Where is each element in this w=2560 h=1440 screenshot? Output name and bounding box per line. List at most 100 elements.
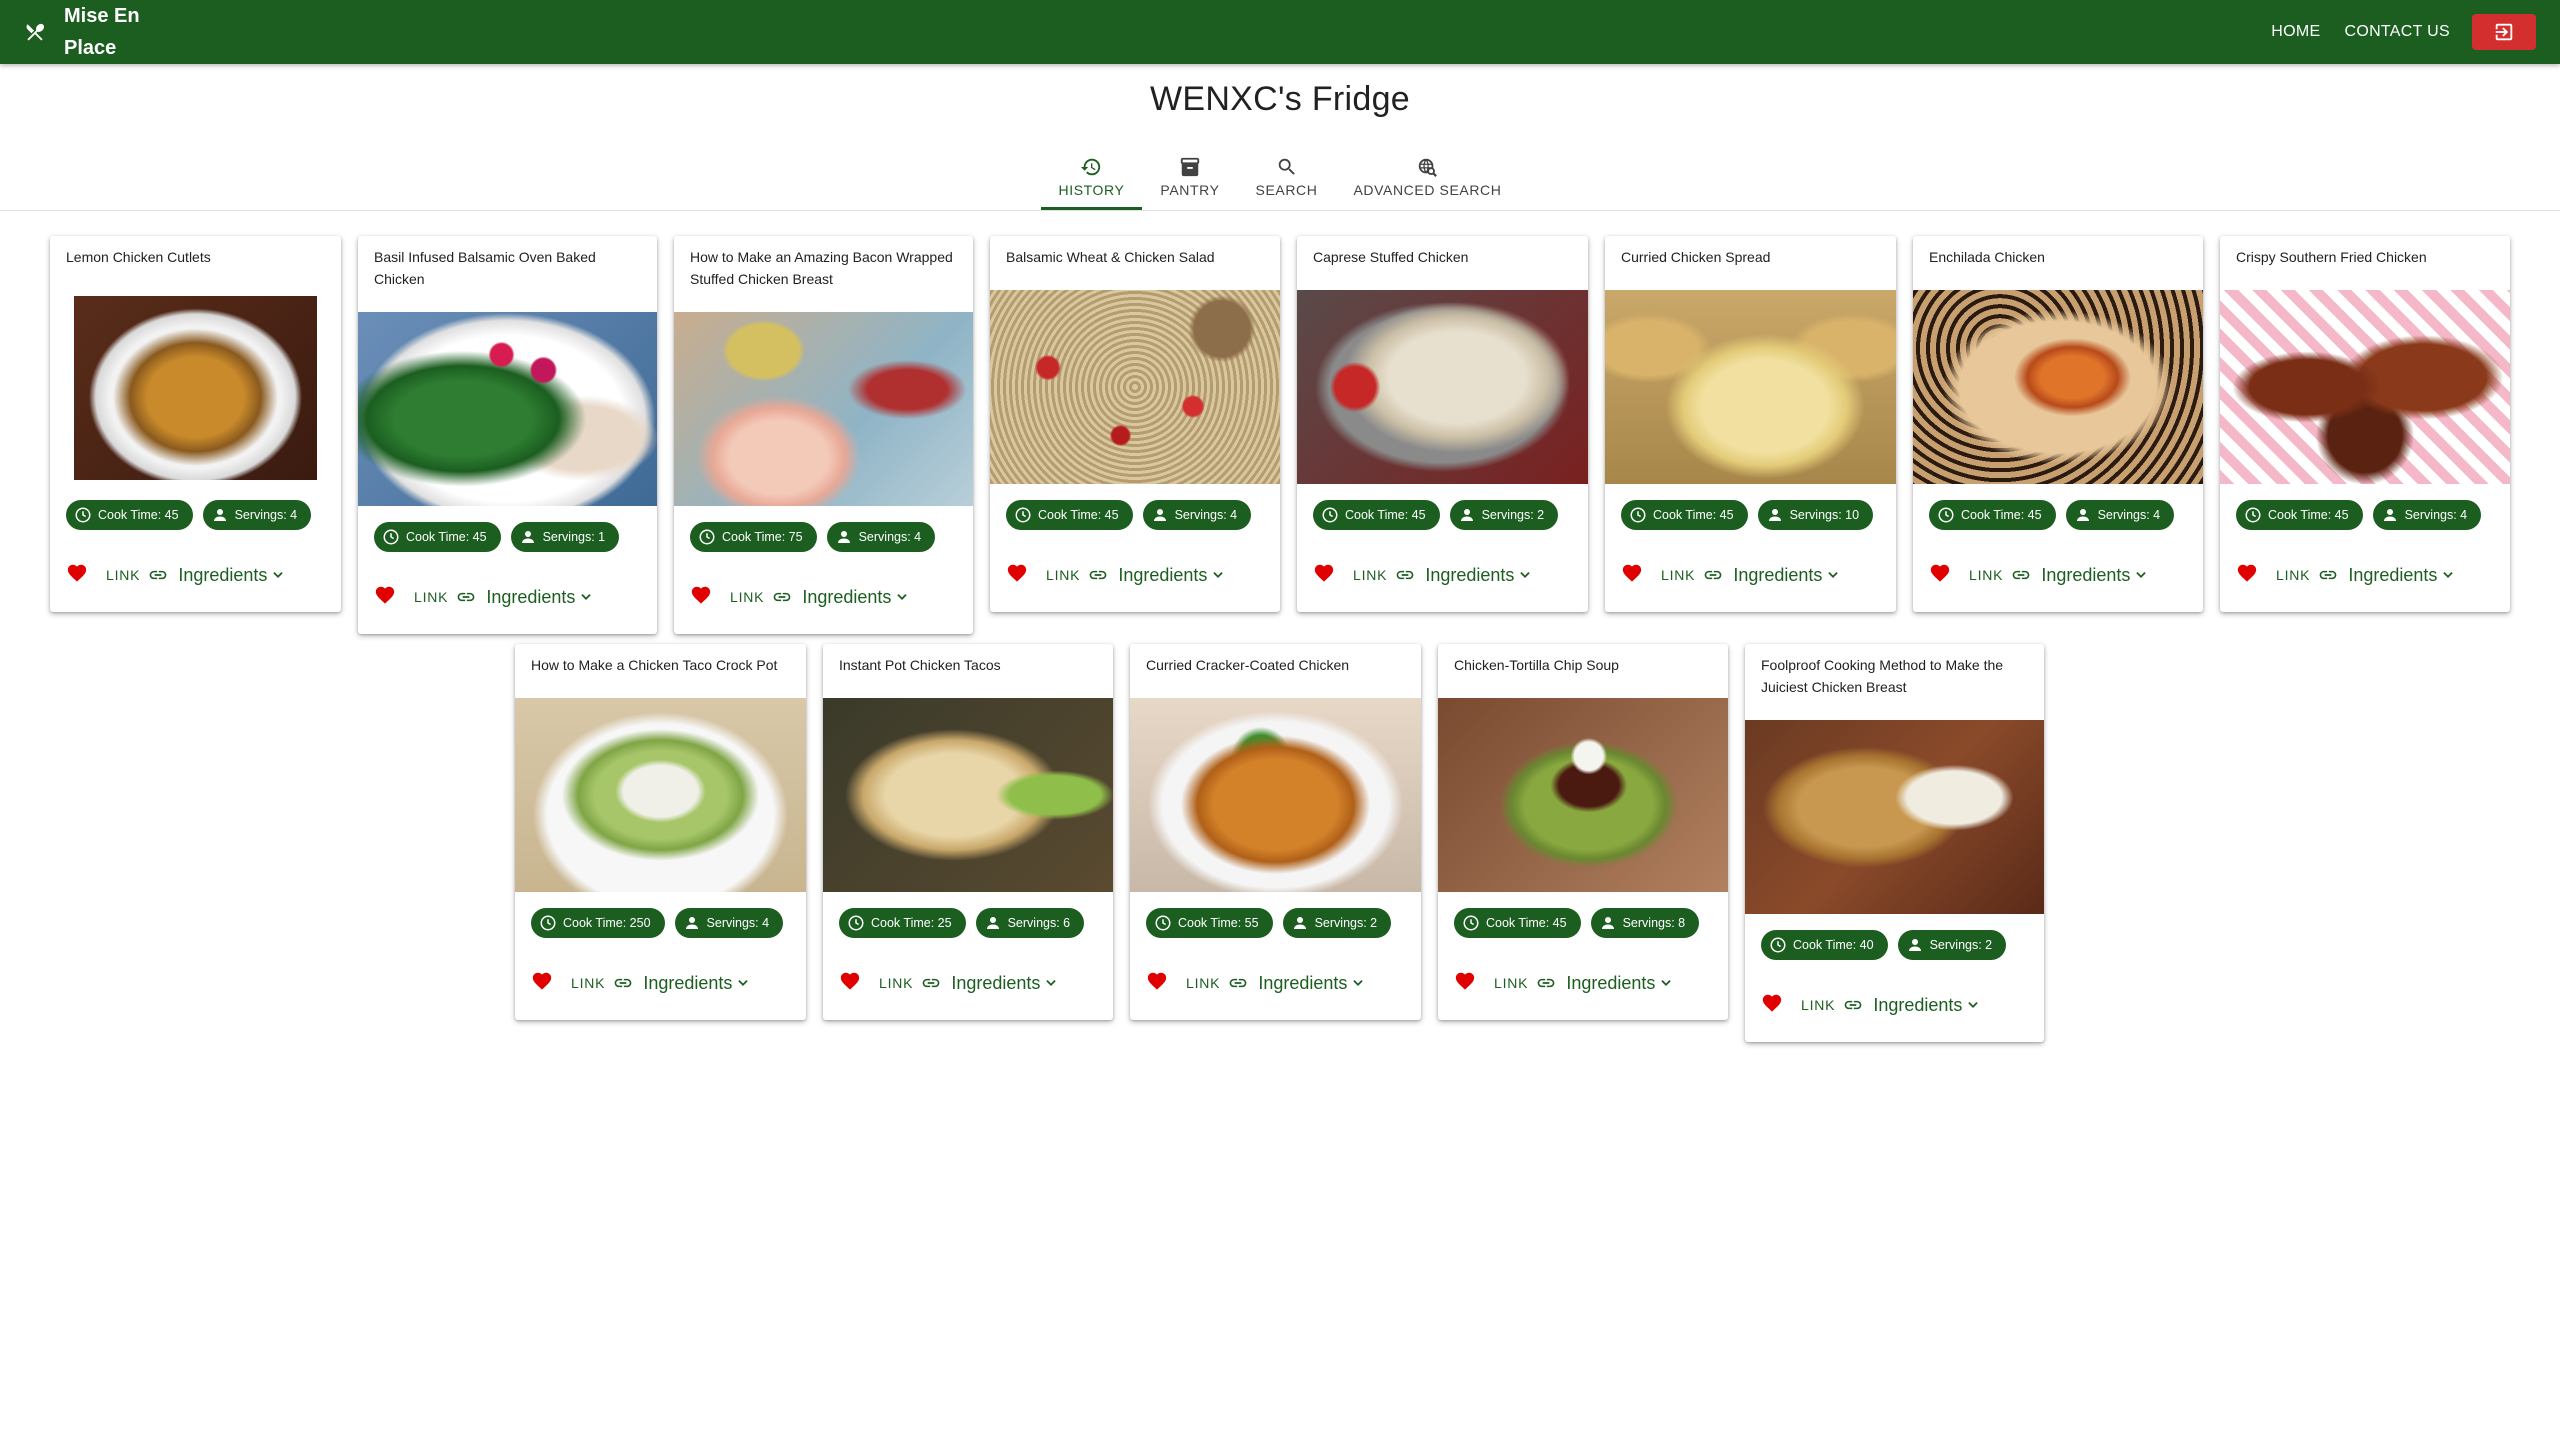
tab-search[interactable]: SEARCH — [1238, 146, 1336, 208]
ingredients-toggle[interactable]: Ingredients — [1733, 565, 1822, 586]
favorite-button[interactable] — [1761, 992, 1801, 1019]
recipe-link-button[interactable]: LINK — [1046, 567, 1080, 583]
tab-advanced-search[interactable]: ADVANCED SEARCH — [1335, 146, 1519, 208]
tab-pantry[interactable]: PANTRY — [1142, 146, 1237, 208]
servings-label: Servings: 6 — [1007, 916, 1071, 930]
ingredients-toggle[interactable]: Ingredients — [1873, 995, 1962, 1016]
recipe-image[interactable] — [990, 290, 1280, 484]
recipe-card[interactable]: Curried Cracker-Coated Chicken Cook Time… — [1130, 644, 1421, 1020]
ingredients-toggle[interactable]: Ingredients — [1425, 565, 1514, 586]
recipe-image[interactable] — [1297, 290, 1588, 484]
card-actions: LINK Ingredients — [990, 530, 1280, 600]
servings-chip: Servings: 2 — [1282, 908, 1392, 938]
recipe-link-button[interactable]: LINK — [1801, 997, 1835, 1013]
servings-chip: Servings: 4 — [826, 522, 936, 552]
favorite-button[interactable] — [1454, 970, 1494, 997]
ingredients-toggle[interactable]: Ingredients — [178, 565, 267, 586]
favorite-button[interactable] — [690, 584, 730, 611]
chevron-down-icon — [1968, 1002, 1979, 1008]
favorite-button[interactable] — [1006, 562, 1046, 589]
recipe-link-button[interactable]: LINK — [879, 975, 913, 991]
brand[interactable]: Mise En Place — [24, 0, 154, 64]
recipe-link-button[interactable]: LINK — [1494, 975, 1528, 991]
favorite-button[interactable] — [1313, 562, 1353, 589]
recipe-card[interactable]: Caprese Stuffed Chicken Cook Time: 45 Se… — [1297, 236, 1588, 612]
link-icon — [1396, 570, 1414, 580]
favorite-button[interactable] — [531, 970, 571, 997]
chevron-down-icon — [273, 572, 284, 578]
recipe-image[interactable] — [358, 312, 657, 506]
recipe-title: How to Make a Chicken Taco Crock Pot — [531, 657, 778, 673]
recipe-card[interactable]: Balsamic Wheat & Chicken Salad Cook Time… — [990, 236, 1280, 612]
recipe-card[interactable]: Lemon Chicken Cutlets Cook Time: 45 Serv… — [50, 236, 341, 612]
recipe-image[interactable] — [515, 698, 806, 892]
favorite-button[interactable] — [374, 584, 414, 611]
home-button[interactable]: HOME — [2259, 17, 2332, 47]
recipe-card[interactable]: Chicken-Tortilla Chip Soup Cook Time: 45… — [1438, 644, 1728, 1020]
recipe-image[interactable] — [1913, 290, 2203, 484]
recipe-card[interactable]: Instant Pot Chicken Tacos Cook Time: 25 … — [823, 644, 1113, 1020]
recipe-image[interactable] — [1745, 720, 2044, 914]
recipe-image[interactable] — [2220, 290, 2510, 484]
ingredients-toggle[interactable]: Ingredients — [1118, 565, 1207, 586]
cook-time-label: Cook Time: 45 — [1038, 508, 1119, 522]
recipe-link-button[interactable]: LINK — [2276, 567, 2310, 583]
favorite-button[interactable] — [2236, 562, 2276, 589]
favorite-button[interactable] — [1146, 970, 1186, 997]
ingredients-toggle[interactable]: Ingredients — [2041, 565, 2130, 586]
brand-name: Mise En Place — [64, 5, 140, 59]
recipe-card[interactable]: Curried Chicken Spread Cook Time: 45 Ser… — [1605, 236, 1896, 612]
recipe-card[interactable]: Basil Infused Balsamic Oven Baked Chicke… — [358, 236, 657, 634]
servings-chip: Servings: 10 — [1757, 500, 1874, 530]
recipe-card[interactable]: Enchilada Chicken Cook Time: 45 Servings… — [1913, 236, 2203, 612]
servings-label: Servings: 4 — [2097, 508, 2161, 522]
cook-time-chip: Cook Time: 45 — [1621, 500, 1748, 530]
recipe-link-button[interactable]: LINK — [1661, 567, 1695, 583]
recipe-card[interactable]: How to Make a Chicken Taco Crock Pot Coo… — [515, 644, 806, 1020]
recipe-image[interactable] — [1438, 698, 1728, 892]
chevron-down-icon — [1828, 572, 1839, 578]
servings-chip: Servings: 4 — [2372, 500, 2482, 530]
history-icon — [1081, 158, 1101, 176]
cook-time-label: Cook Time: 40 — [1793, 938, 1874, 952]
recipe-link-button[interactable]: LINK — [106, 567, 140, 583]
recipe-card[interactable]: How to Make an Amazing Bacon Wrapped Stu… — [674, 236, 973, 634]
recipe-image[interactable] — [823, 698, 1113, 892]
cook-time-chip: Cook Time: 55 — [1146, 908, 1273, 938]
ingredients-toggle[interactable]: Ingredients — [802, 587, 891, 608]
servings-label: Servings: 2 — [1929, 938, 1993, 952]
favorite-button[interactable] — [1929, 562, 1969, 589]
ingredients-toggle[interactable]: Ingredients — [643, 973, 732, 994]
recipe-link-button[interactable]: LINK — [1969, 567, 2003, 583]
recipe-image[interactable] — [674, 312, 973, 506]
favorite-button[interactable] — [66, 562, 106, 589]
app-bar: Mise En Place HOME CONTACT US — [0, 0, 2560, 64]
recipe-link-button[interactable]: LINK — [571, 975, 605, 991]
recipe-link-button[interactable]: LINK — [1186, 975, 1220, 991]
tab-history[interactable]: HISTORY — [1040, 146, 1143, 210]
ingredients-toggle[interactable]: Ingredients — [2348, 565, 2437, 586]
servings-label: Servings: 2 — [1314, 916, 1378, 930]
recipe-link-button[interactable]: LINK — [414, 589, 448, 605]
recipe-image[interactable] — [1605, 290, 1896, 484]
cook-time-chip: Cook Time: 45 — [1313, 500, 1440, 530]
logout-button[interactable] — [2472, 14, 2536, 50]
clock-icon — [699, 529, 715, 545]
recipe-image[interactable] — [1130, 698, 1421, 892]
recipe-card[interactable]: Foolproof Cooking Method to Make the Jui… — [1745, 644, 2044, 1042]
ingredients-toggle[interactable]: Ingredients — [951, 973, 1040, 994]
recipe-link-button[interactable]: LINK — [1353, 567, 1387, 583]
ingredients-toggle[interactable]: Ingredients — [1258, 973, 1347, 994]
favorite-button[interactable] — [1621, 562, 1661, 589]
ingredients-toggle[interactable]: Ingredients — [486, 587, 575, 608]
recipe-card[interactable]: Crispy Southern Fried Chicken Cook Time:… — [2220, 236, 2510, 612]
cook-time-chip: Cook Time: 250 — [531, 908, 665, 938]
cook-time-chip: Cook Time: 45 — [2236, 500, 2363, 530]
ingredients-toggle[interactable]: Ingredients — [1566, 973, 1655, 994]
contact-us-button[interactable]: CONTACT US — [2332, 17, 2462, 47]
servings-label: Servings: 4 — [706, 916, 770, 930]
recipe-image[interactable] — [50, 290, 341, 484]
servings-label: Servings: 8 — [1622, 916, 1686, 930]
recipe-link-button[interactable]: LINK — [730, 589, 764, 605]
favorite-button[interactable] — [839, 970, 879, 997]
